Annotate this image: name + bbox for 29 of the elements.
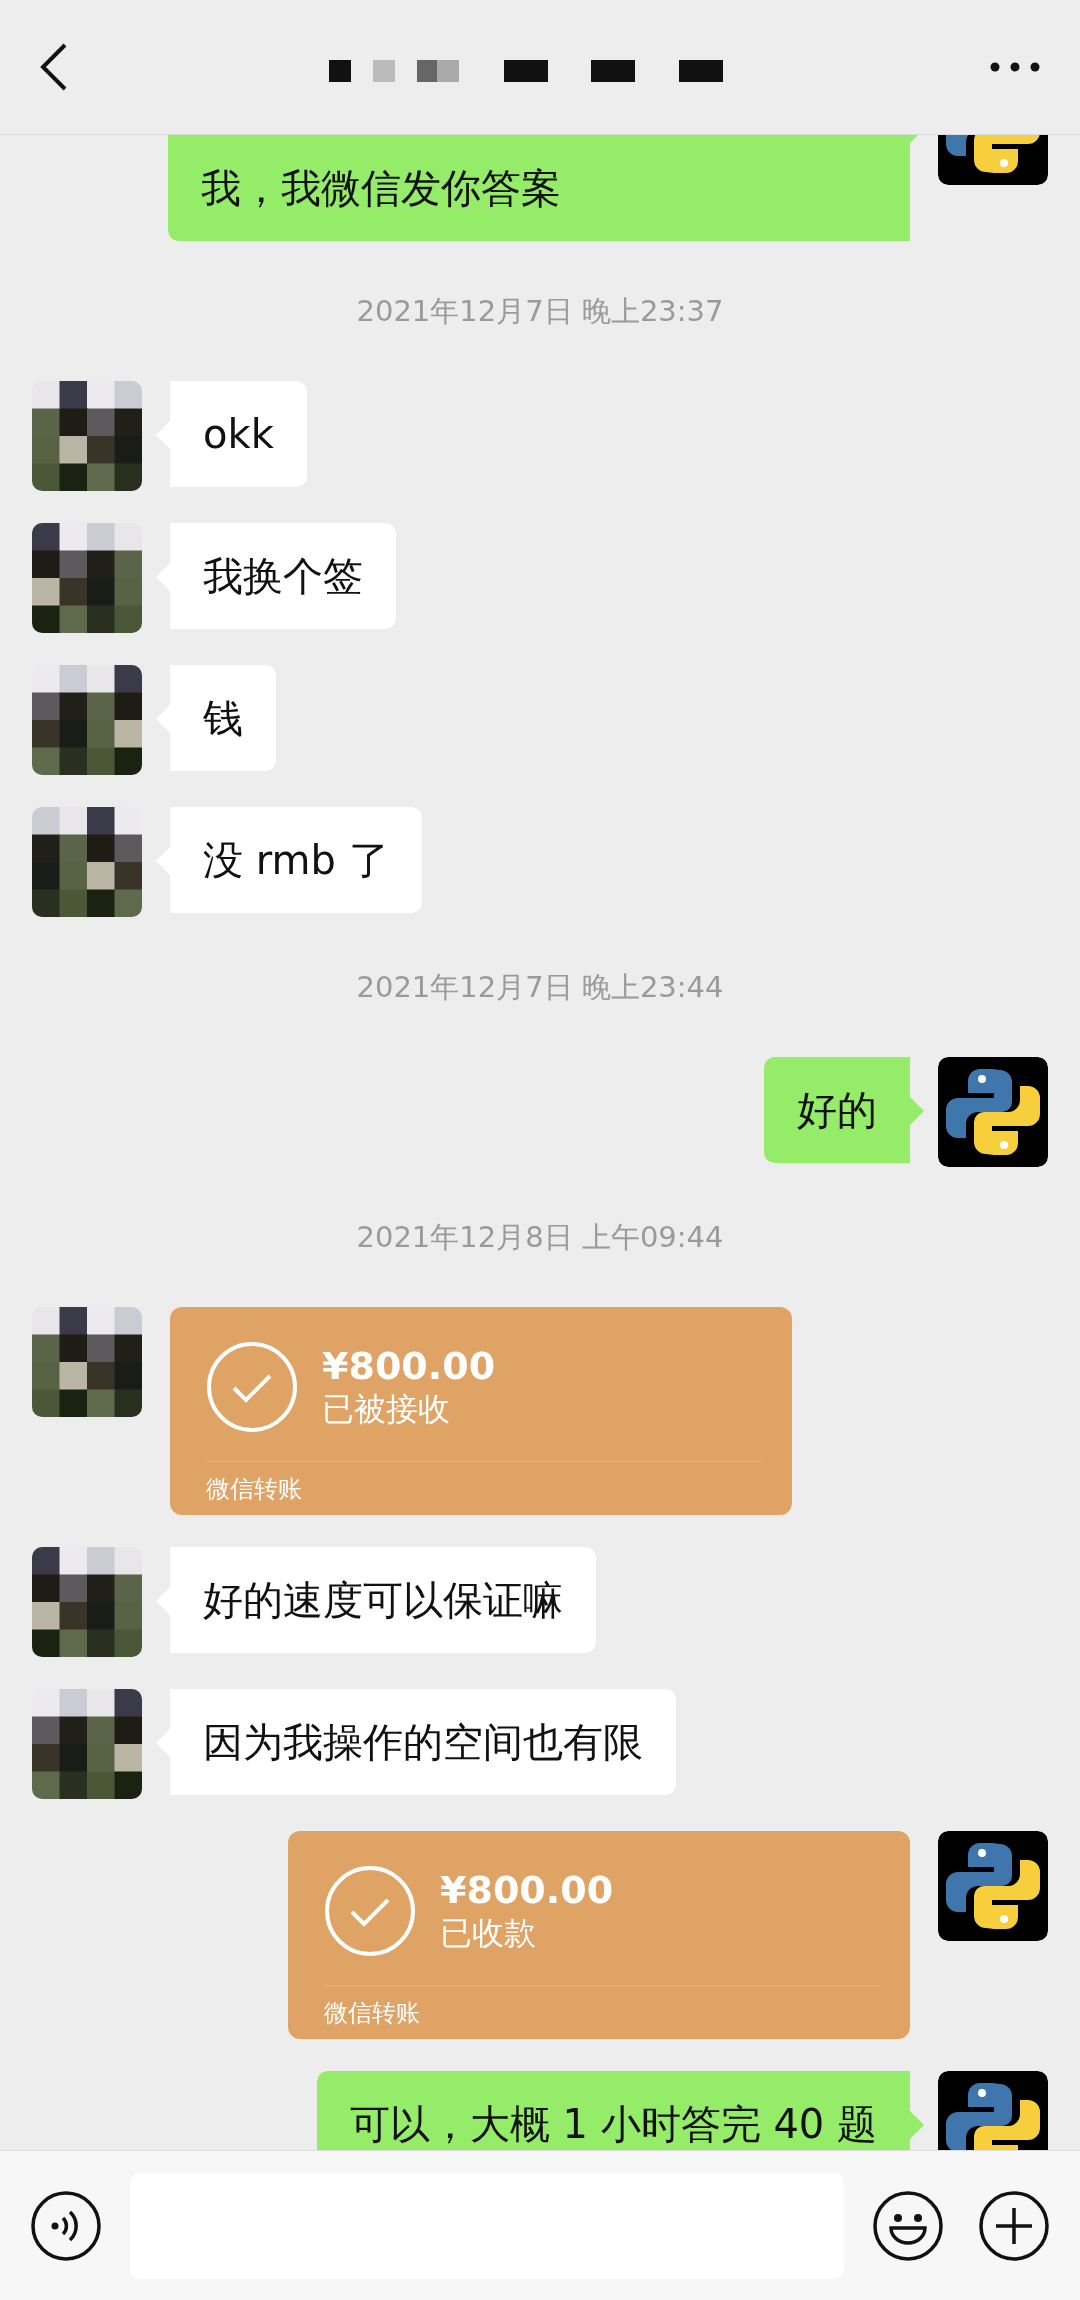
check-icon xyxy=(206,1341,298,1433)
message-bubble: okk xyxy=(156,381,307,487)
timestamp: 2021年12月7日 晚上23:44 xyxy=(355,969,725,1006)
logo-avatar[interactable] xyxy=(938,2071,1048,2150)
logo-avatar[interactable] xyxy=(938,1831,1048,1941)
back-icon[interactable] xyxy=(40,43,68,91)
status-text: 已被接收 xyxy=(322,1389,451,1430)
timestamp: 2021年12月7日 晚上23:37 xyxy=(355,293,725,330)
message-bubble: 钱 xyxy=(156,665,276,771)
transfer-label: 微信转账 xyxy=(206,1474,303,1504)
more-icon[interactable] xyxy=(990,62,1040,72)
message-bubble: 没 rmb 了 xyxy=(156,807,422,913)
timestamp: 2021年12月8日 上午09:44 xyxy=(355,1219,725,1256)
amount-text: ¥800.00 xyxy=(322,1344,496,1388)
message-bubble: 因为我操作的空间也有限 xyxy=(156,1689,676,1795)
voice-icon[interactable] xyxy=(30,2189,102,2262)
check-icon xyxy=(324,1865,416,1957)
transfer-card[interactable]: ¥800.00 已收款 微信转账 xyxy=(288,1831,910,2039)
message-bubble: 可以，大概 1 小时答完 40 题 xyxy=(316,2071,924,2150)
add-icon[interactable] xyxy=(978,2189,1050,2262)
status-text: 已收款 xyxy=(440,1913,537,1954)
amount-text: ¥800.00 xyxy=(440,1868,614,1912)
message-bubble: 好的 xyxy=(764,1057,924,1163)
logo-avatar[interactable] xyxy=(938,1057,1048,1167)
transfer-label: 微信转账 xyxy=(324,1998,421,2028)
transfer-card[interactable]: ¥800.00 已被接收 微信转账 xyxy=(170,1307,792,1515)
message-bubble: 我换个签 xyxy=(156,523,396,629)
emoji-icon[interactable] xyxy=(872,2189,944,2262)
message-bubble: 好的速度可以保证嘛 xyxy=(156,1547,596,1653)
